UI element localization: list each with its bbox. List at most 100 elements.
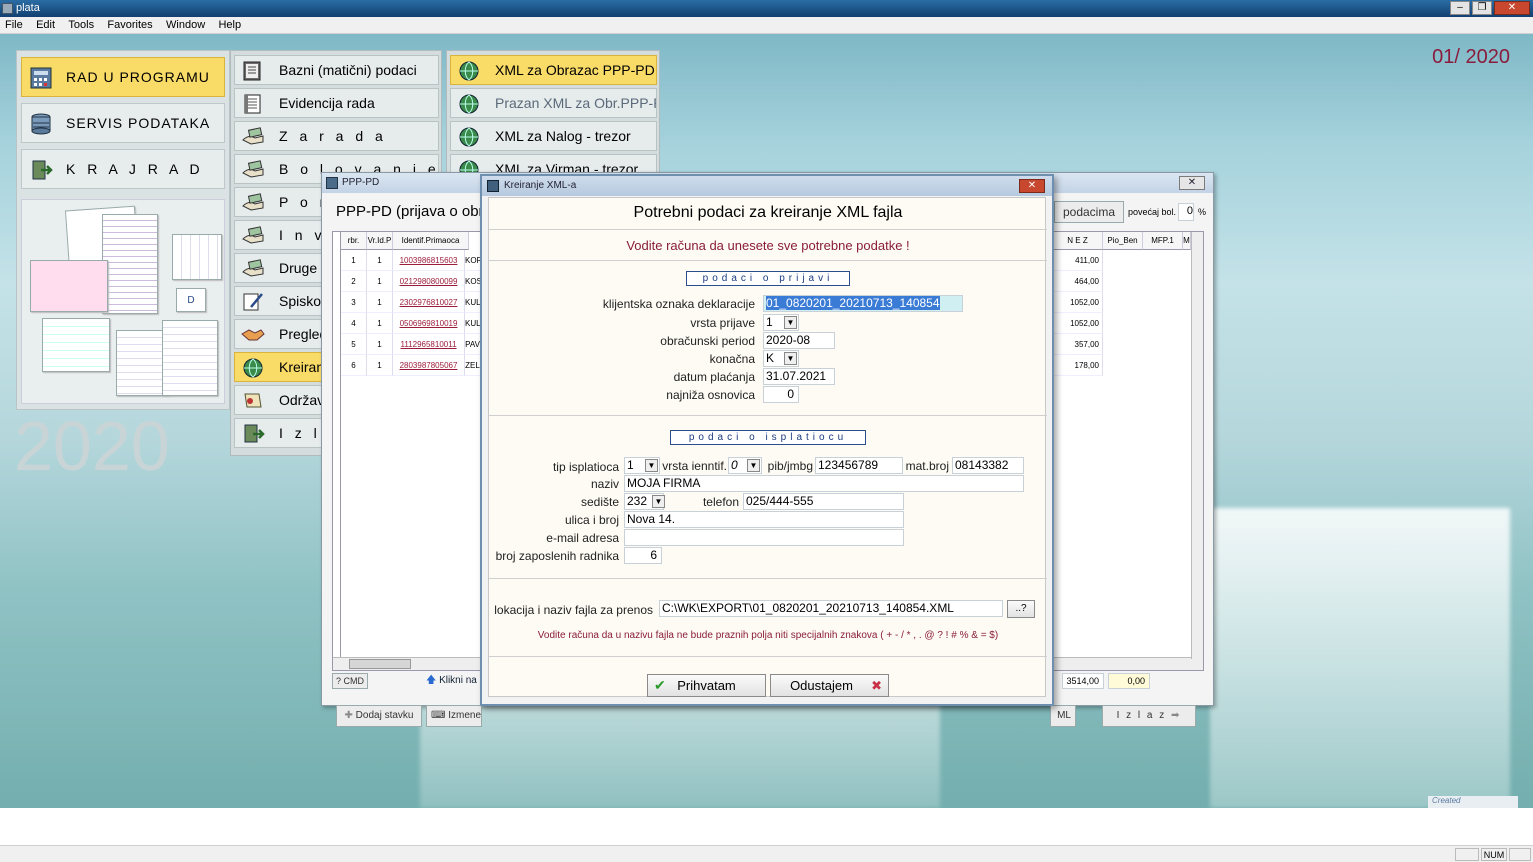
vrsta-identif-label: vrsta ienntif. [662,459,727,473]
vertical-scrollbar[interactable] [1191,232,1203,659]
scroll-thumb[interactable] [349,659,411,669]
dodaj-stavku-button[interactable]: ✚ Dodaj stavku [336,705,422,727]
mat-broj-field[interactable]: 08143382 [952,457,1024,474]
exit-arrow-icon: ➡ [1171,710,1182,721]
table-cell: 1 [367,250,393,271]
pib-jmbg-field[interactable]: 123456789 [815,457,903,474]
table-cell: 1 [341,250,367,271]
menu-favorites[interactable]: Favorites [102,17,157,34]
broj-zaposlenih-label: broj zaposlenih radnika [495,549,619,563]
divider [489,229,1047,230]
table-cell: 6 [341,355,367,376]
izmene-label: Izmene [448,710,482,721]
column-header: Pio_Ben [1103,232,1143,250]
globe-icon [459,94,479,114]
chevron-down-icon[interactable]: ▼ [784,352,797,365]
obracunski-period-field[interactable]: 2020-08 [763,332,835,349]
cmd-button[interactable]: ? CMD [332,673,368,689]
sediste-label: sedište [580,495,619,509]
app-title: plata [16,2,40,14]
chevron-down-icon[interactable]: ▼ [784,316,797,329]
globe-icon [243,358,263,378]
dialog-close-button[interactable]: ✕ [1019,179,1045,193]
table-cell-link[interactable]: 0506969810019 [393,313,465,334]
table-cell-link[interactable]: 2803987805067 [393,355,465,376]
servis-podataka-button[interactable]: SERVIS PODATAKA [21,103,225,143]
table-cell: 1052,00 [1053,292,1103,313]
prihvatam-button[interactable]: ✔ Prihvatam [647,674,766,697]
book-icon [243,61,261,81]
submenu-evidencija-rada[interactable]: Evidencija rada [234,88,439,118]
table-cell-link[interactable]: 1112965810011 [393,334,465,355]
section-podaci-o-isplatiocu: podaci o isplatiocu [670,430,866,445]
dialog-heading: Potrebni podaci za kreiranje XML fajla [633,204,903,221]
chevron-down-icon[interactable]: ▼ [645,459,658,472]
hint-text: 🡅 Klikni na I [426,673,482,690]
main-menu-panel: RAD U PROGRAMU SERVIS PODATAKA K R A J R… [16,50,230,410]
chevron-down-icon[interactable]: ▼ [652,495,665,508]
scroll-icon [244,393,262,408]
menu-help[interactable]: Help [213,17,246,34]
prazan-xml-button[interactable]: Prazan XML za Obr.PPP-PD [450,88,657,118]
dialog-title: Kreiranje XML-a [504,180,577,191]
table-cell: 357,00 [1053,334,1103,355]
odustajem-button[interactable]: Odustajem ✖ [770,674,889,697]
ppp-pd-close-button[interactable]: ✕ [1179,176,1205,190]
browse-button[interactable]: ..? [1007,600,1035,618]
izlaz-button[interactable]: I z l a z ➡ [1102,705,1196,727]
menu-window[interactable]: Window [161,17,210,34]
kraj-rada-button[interactable]: K R A J R A D A [21,149,225,215]
table-cell-link[interactable]: 0212980800099 [393,271,465,292]
menu-edit[interactable]: Edit [31,17,60,34]
table-cell: 1 [367,271,393,292]
submenu-kreiranje-label: Kreiran [279,359,325,375]
menu-file[interactable]: File [0,17,28,34]
izmene-button[interactable]: ⌨ Izmene [426,705,482,727]
najniza-osnovica-field[interactable]: 0 [763,386,799,403]
ulica-label: ulica i broj [564,513,619,527]
telefon-field[interactable]: 025/444-555 [743,493,904,510]
minimize-button[interactable]: – [1450,1,1470,15]
table-cell-link[interactable]: 1003986815603 [393,250,465,271]
exit-door-icon [244,424,265,443]
status-cell [1509,848,1531,861]
klijentska-field[interactable]: 01_0820201_20210713_140854 [763,295,963,312]
email-label: e-mail adresa [546,531,619,545]
lokacija-field[interactable]: C:\WK\EXPORT\01_0820201_20210713_140854.… [659,600,1003,617]
izlaz-label: I z l a z [1116,710,1167,721]
table-cell: 4 [341,313,367,334]
prazan-xml-label: Prazan XML za Obr.PPP-PD [495,95,657,111]
naziv-field[interactable]: MOJA FIRMA [624,475,1024,492]
podacima-button[interactable]: podacima [1054,201,1124,223]
hand-money-icon [242,259,264,277]
table-cell: 1052,00 [1053,313,1103,334]
submenu-zarada[interactable]: Z a r a d a [234,121,439,151]
column-header: M [1183,232,1191,250]
table-cell-link[interactable]: 2302976810027 [393,292,465,313]
klijentska-value: 01_0820201_20210713_140854 [766,296,940,310]
najniza-osnovica-label: najniža osnovica [666,388,755,402]
datum-placanja-field[interactable]: 31.07.2021 [763,368,835,385]
restore-button[interactable]: ❐ [1472,1,1492,15]
hint-label: Klikni na I [439,675,483,686]
email-field[interactable] [624,529,904,546]
percent-label: % [1198,207,1207,217]
status-bar: NUM [0,845,1533,862]
hand-money-icon [242,193,264,211]
exit-door-icon [32,160,53,180]
menu-tools[interactable]: Tools [63,17,99,34]
chevron-down-icon[interactable]: ▼ [747,459,760,472]
povecaj-input[interactable]: 0 [1178,203,1194,221]
xml-nalog-trezor-button[interactable]: XML za Nalog - trezor [450,121,657,151]
document-letter: D [176,288,206,312]
close-button[interactable]: ✕ [1494,1,1530,15]
tip-isplatioca-value: 1 [627,458,634,472]
rad-u-programu-button[interactable]: RAD U PROGRAMU [21,57,225,97]
xml-button[interactable]: ML [1050,705,1076,727]
create-xml-dialog: Kreiranje XML-a ✕ Potrebni podaci za kre… [480,174,1054,706]
ulica-field[interactable]: Nova 14. [624,511,904,528]
broj-zaposlenih-field[interactable]: 6 [624,547,662,564]
submenu-bazni-podaci[interactable]: Bazni (matični) podaci [234,55,439,85]
xml-obrazac-ppp-pd-button[interactable]: XML za Obrazac PPP-PD [450,55,657,85]
obracunski-period-label: obračunski period [660,334,755,348]
